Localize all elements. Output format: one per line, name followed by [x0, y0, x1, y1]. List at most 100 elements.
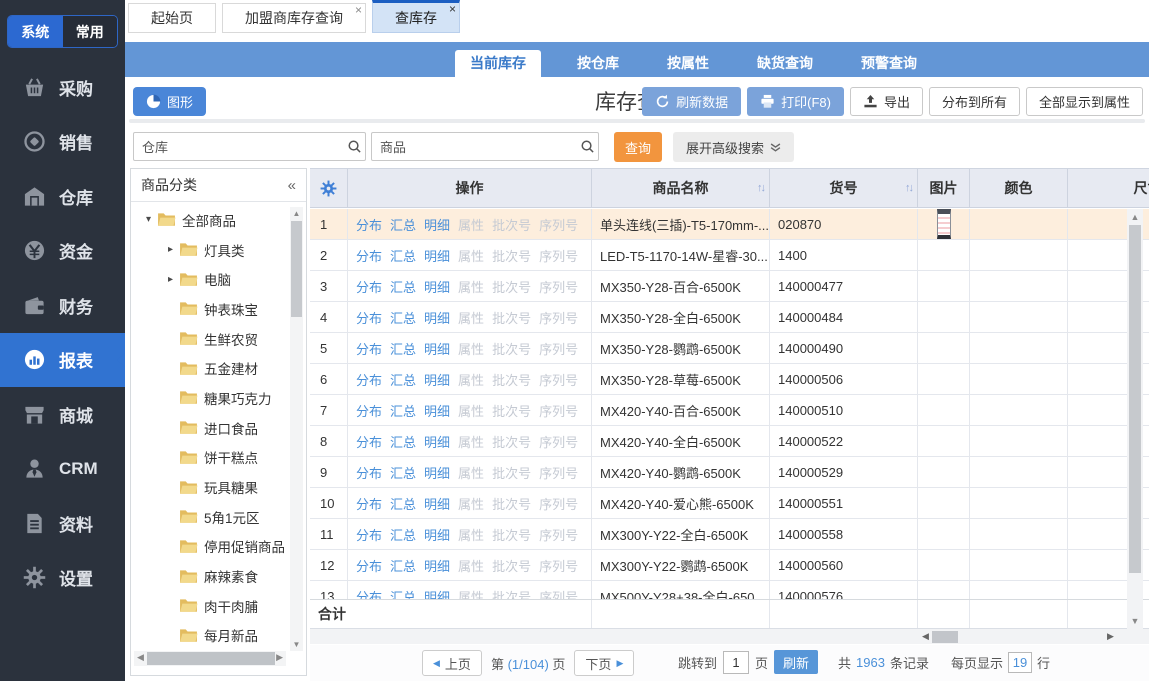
- op-link-detail[interactable]: 明细: [424, 401, 450, 420]
- op-link-distribution[interactable]: 分布: [356, 339, 382, 358]
- op-link-detail[interactable]: 明细: [424, 246, 450, 265]
- window-tab-inventory-check[interactable]: 查库存 ×: [372, 0, 460, 33]
- op-link-detail[interactable]: 明细: [424, 432, 450, 451]
- view-tab-by-warehouse[interactable]: 按仓库: [565, 50, 631, 77]
- sort-icon[interactable]: ↑↓: [905, 182, 912, 194]
- tree-item[interactable]: 钟表珠宝: [131, 294, 306, 324]
- op-link-summary[interactable]: 汇总: [390, 308, 416, 327]
- column-header-product-name[interactable]: 商品名称↑↓: [592, 169, 770, 207]
- scroll-down-icon[interactable]: ▼: [290, 640, 303, 649]
- op-link-distribution[interactable]: 分布: [356, 401, 382, 420]
- table-row[interactable]: 5 分布汇总明细属性批次号序列号 MX350-Y28-鹦鹉-6500K 1400…: [310, 333, 1149, 364]
- op-link-distribution[interactable]: 分布: [356, 556, 382, 575]
- sort-icon[interactable]: ↑↓: [757, 182, 764, 194]
- prev-page-button[interactable]: ◀ 上页: [422, 650, 482, 676]
- scroll-left-icon[interactable]: ◀: [922, 631, 929, 642]
- column-settings-button[interactable]: [310, 169, 348, 207]
- tree-item[interactable]: 肉干肉脯: [131, 591, 306, 621]
- op-link-distribution[interactable]: 分布: [356, 277, 382, 296]
- table-row[interactable]: 13 分布汇总明细属性批次号序列号 MX500Y-Y28+38-全白-650 1…: [310, 581, 1149, 599]
- op-link-summary[interactable]: 汇总: [390, 432, 416, 451]
- print-button[interactable]: 打印(F8): [747, 87, 844, 116]
- table-row[interactable]: 10 分布汇总明细属性批次号序列号 MX420-Y40-爱心熊-6500K 14…: [310, 488, 1149, 519]
- table-row[interactable]: 6 分布汇总明细属性批次号序列号 MX350-Y28-草莓-6500K 1400…: [310, 364, 1149, 395]
- sidebar-item-warehouse[interactable]: 仓库: [0, 169, 125, 224]
- tree-item[interactable]: 麻辣素食: [131, 561, 306, 591]
- view-tab-alert-query[interactable]: 预警查询: [849, 50, 929, 77]
- view-tab-by-attribute[interactable]: 按属性: [655, 50, 721, 77]
- scroll-up-icon[interactable]: ▲: [1127, 212, 1143, 222]
- table-row[interactable]: 4 分布汇总明细属性批次号序列号 MX350-Y28-全白-6500K 1400…: [310, 302, 1149, 333]
- sidebar-tab-system[interactable]: 系统: [8, 16, 63, 47]
- category-tree-horizontal-scrollbar[interactable]: ◀ ▶: [134, 651, 286, 666]
- caret-icon[interactable]: ▾: [141, 214, 156, 225]
- sidebar-item-mall[interactable]: 商城: [0, 387, 125, 442]
- tree-item[interactable]: 五金建材: [131, 353, 306, 383]
- show-all-attributes-button[interactable]: 全部显示到属性: [1026, 87, 1143, 116]
- tree-item[interactable]: 糖果巧克力: [131, 383, 306, 413]
- op-link-distribution[interactable]: 分布: [356, 308, 382, 327]
- close-icon[interactable]: ×: [449, 3, 456, 15]
- refresh-page-button[interactable]: 刷新: [774, 650, 818, 674]
- op-link-distribution[interactable]: 分布: [356, 432, 382, 451]
- refresh-data-button[interactable]: 刷新数据: [642, 87, 741, 116]
- table-vertical-scrollbar[interactable]: ▲ ▼: [1127, 209, 1143, 629]
- caret-icon[interactable]: ▸: [163, 244, 178, 255]
- op-link-detail[interactable]: 明细: [424, 556, 450, 575]
- scrollbar-thumb[interactable]: [1129, 225, 1141, 573]
- sidebar-item-crm[interactable]: CRM: [0, 442, 125, 497]
- op-link-summary[interactable]: 汇总: [390, 339, 416, 358]
- scrollbar-thumb[interactable]: [147, 652, 275, 665]
- op-link-summary[interactable]: 汇总: [390, 587, 416, 600]
- tree-item[interactable]: 玩具糖果: [131, 472, 306, 502]
- search-icon[interactable]: [576, 139, 598, 154]
- table-row[interactable]: 8 分布汇总明细属性批次号序列号 MX420-Y40-全白-6500K 1400…: [310, 426, 1149, 457]
- scroll-right-icon[interactable]: ▶: [1107, 631, 1114, 642]
- op-link-summary[interactable]: 汇总: [390, 525, 416, 544]
- op-link-detail[interactable]: 明细: [424, 370, 450, 389]
- op-link-detail[interactable]: 明细: [424, 525, 450, 544]
- next-page-button[interactable]: 下页 ▶: [574, 650, 634, 676]
- op-link-distribution[interactable]: 分布: [356, 463, 382, 482]
- tree-item[interactable]: 停用促销商品: [131, 532, 306, 562]
- sidebar-item-funds[interactable]: 资金: [0, 224, 125, 279]
- op-link-summary[interactable]: 汇总: [390, 494, 416, 513]
- sidebar-item-settings[interactable]: 设置: [0, 551, 125, 606]
- advanced-search-button[interactable]: 展开高级搜索: [673, 132, 794, 162]
- op-link-distribution[interactable]: 分布: [356, 370, 382, 389]
- op-link-distribution[interactable]: 分布: [356, 215, 382, 234]
- close-icon[interactable]: ×: [355, 4, 362, 16]
- scrollbar-thumb[interactable]: [932, 631, 958, 643]
- op-link-detail[interactable]: 明细: [424, 339, 450, 358]
- tree-item[interactable]: ▸ 灯具类: [131, 235, 306, 265]
- warehouse-search-input[interactable]: [134, 133, 343, 160]
- query-button[interactable]: 查询: [614, 132, 662, 162]
- table-row[interactable]: 3 分布汇总明细属性批次号序列号 MX350-Y28-百合-6500K 1400…: [310, 271, 1149, 302]
- tree-item[interactable]: 5角1元区: [131, 502, 306, 532]
- view-tab-current-inventory[interactable]: 当前库存: [455, 50, 541, 77]
- table-row[interactable]: 9 分布汇总明细属性批次号序列号 MX420-Y40-鹦鹉-6500K 1400…: [310, 457, 1149, 488]
- tree-item[interactable]: 每月新品: [131, 621, 306, 649]
- collapse-panel-icon[interactable]: «: [288, 177, 296, 194]
- export-button[interactable]: 导出: [850, 87, 923, 116]
- op-link-distribution[interactable]: 分布: [356, 246, 382, 265]
- op-link-summary[interactable]: 汇总: [390, 277, 416, 296]
- column-header-item-code[interactable]: 货号↑↓: [770, 169, 918, 207]
- table-row[interactable]: 12 分布汇总明细属性批次号序列号 MX300Y-Y22-鹦鹉-6500K 14…: [310, 550, 1149, 581]
- op-link-detail[interactable]: 明细: [424, 277, 450, 296]
- op-link-summary[interactable]: 汇总: [390, 246, 416, 265]
- scroll-left-icon[interactable]: ◀: [137, 652, 144, 663]
- distribute-all-button[interactable]: 分布到所有: [929, 87, 1020, 116]
- sidebar-item-sales[interactable]: 销售: [0, 115, 125, 170]
- op-link-distribution[interactable]: 分布: [356, 587, 382, 600]
- search-icon[interactable]: [343, 139, 365, 154]
- category-tree-vertical-scrollbar[interactable]: ▲ ▼: [290, 207, 303, 651]
- tree-item[interactable]: ▾ 全部商品: [131, 205, 306, 235]
- op-link-distribution[interactable]: 分布: [356, 525, 382, 544]
- jump-page-input[interactable]: [723, 651, 749, 674]
- op-link-summary[interactable]: 汇总: [390, 215, 416, 234]
- caret-icon[interactable]: ▸: [163, 274, 178, 285]
- table-row[interactable]: 7 分布汇总明细属性批次号序列号 MX420-Y40-百合-6500K 1400…: [310, 395, 1149, 426]
- op-link-summary[interactable]: 汇总: [390, 556, 416, 575]
- sidebar-item-reports[interactable]: 报表: [0, 333, 125, 388]
